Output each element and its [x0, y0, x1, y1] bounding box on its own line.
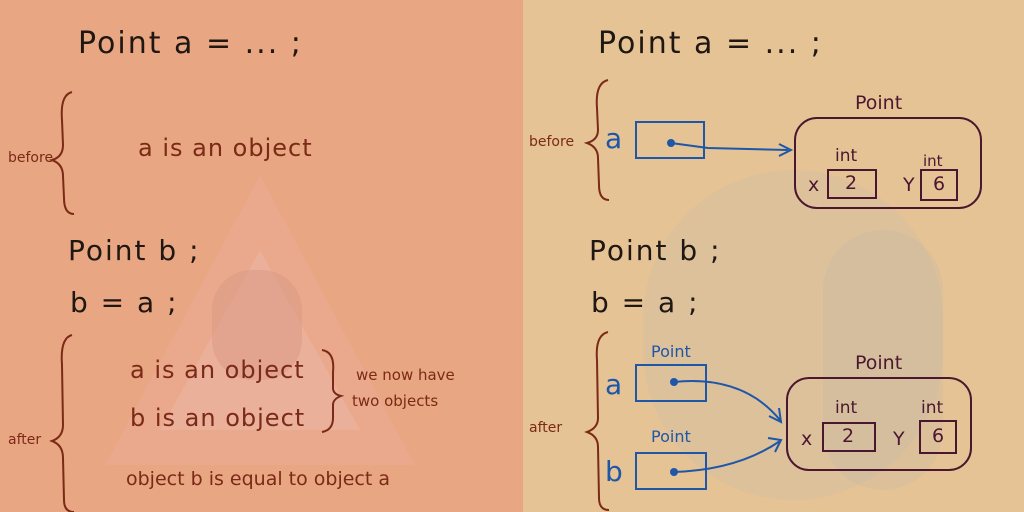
before-note: a is an object: [138, 134, 313, 162]
ref-type-b: Point: [651, 427, 691, 446]
before-label: before: [8, 150, 54, 166]
diagram-canvas: Point a = ... ; before a is an object Po…: [0, 0, 1024, 512]
var-a-after: a: [605, 368, 625, 401]
code-line-assign-right: b = a ;: [591, 286, 700, 319]
field-y-value-after: 6: [932, 425, 945, 447]
field-y-name-before: Y: [903, 174, 915, 196]
field-type-x-before: int: [835, 146, 858, 166]
object-type-after: Point: [855, 352, 903, 374]
code-line-declare-b-right: Point b ;: [589, 234, 722, 267]
equality-note: object b is equal to object a: [126, 468, 391, 490]
after-note-b: b is an object: [130, 404, 306, 432]
field-x-value-after: 2: [842, 425, 855, 447]
object-type-before: Point: [855, 92, 903, 114]
pointer-arrow-a: [670, 142, 789, 151]
field-y-name-after: Y: [893, 428, 905, 450]
field-x-value-before: 2: [845, 172, 858, 194]
object-box-before: [794, 117, 982, 209]
aside-line-1: we now have: [356, 366, 455, 384]
field-x-name-after: x: [801, 428, 813, 450]
code-line-declare-a-right: Point a = ... ;: [598, 26, 823, 61]
object-box-after: [786, 377, 972, 471]
before-label-right: before: [529, 134, 575, 150]
aside-line-2: two objects: [352, 392, 439, 410]
code-line-declare-b: Point b ;: [68, 234, 201, 267]
field-y-value-before: 6: [933, 173, 946, 195]
field-type-y-after: int: [921, 398, 944, 418]
var-a: a: [605, 122, 625, 155]
after-label-right: after: [529, 420, 563, 436]
right-panel: Point a = ... ; before a Point int int x…: [523, 0, 1024, 512]
field-type-y-before: int: [923, 152, 943, 170]
code-line-declare-a: Point a = ... ;: [78, 26, 303, 61]
field-type-x-after: int: [835, 398, 858, 418]
code-line-assign: b = a ;: [70, 286, 179, 319]
ref-type-a: Point: [651, 342, 691, 361]
left-panel: Point a = ... ; before a is an object Po…: [0, 0, 523, 512]
var-b-after: b: [605, 455, 625, 488]
after-note-a: a is an object: [130, 356, 305, 384]
after-label: after: [8, 432, 42, 448]
field-x-name-before: x: [808, 174, 820, 196]
